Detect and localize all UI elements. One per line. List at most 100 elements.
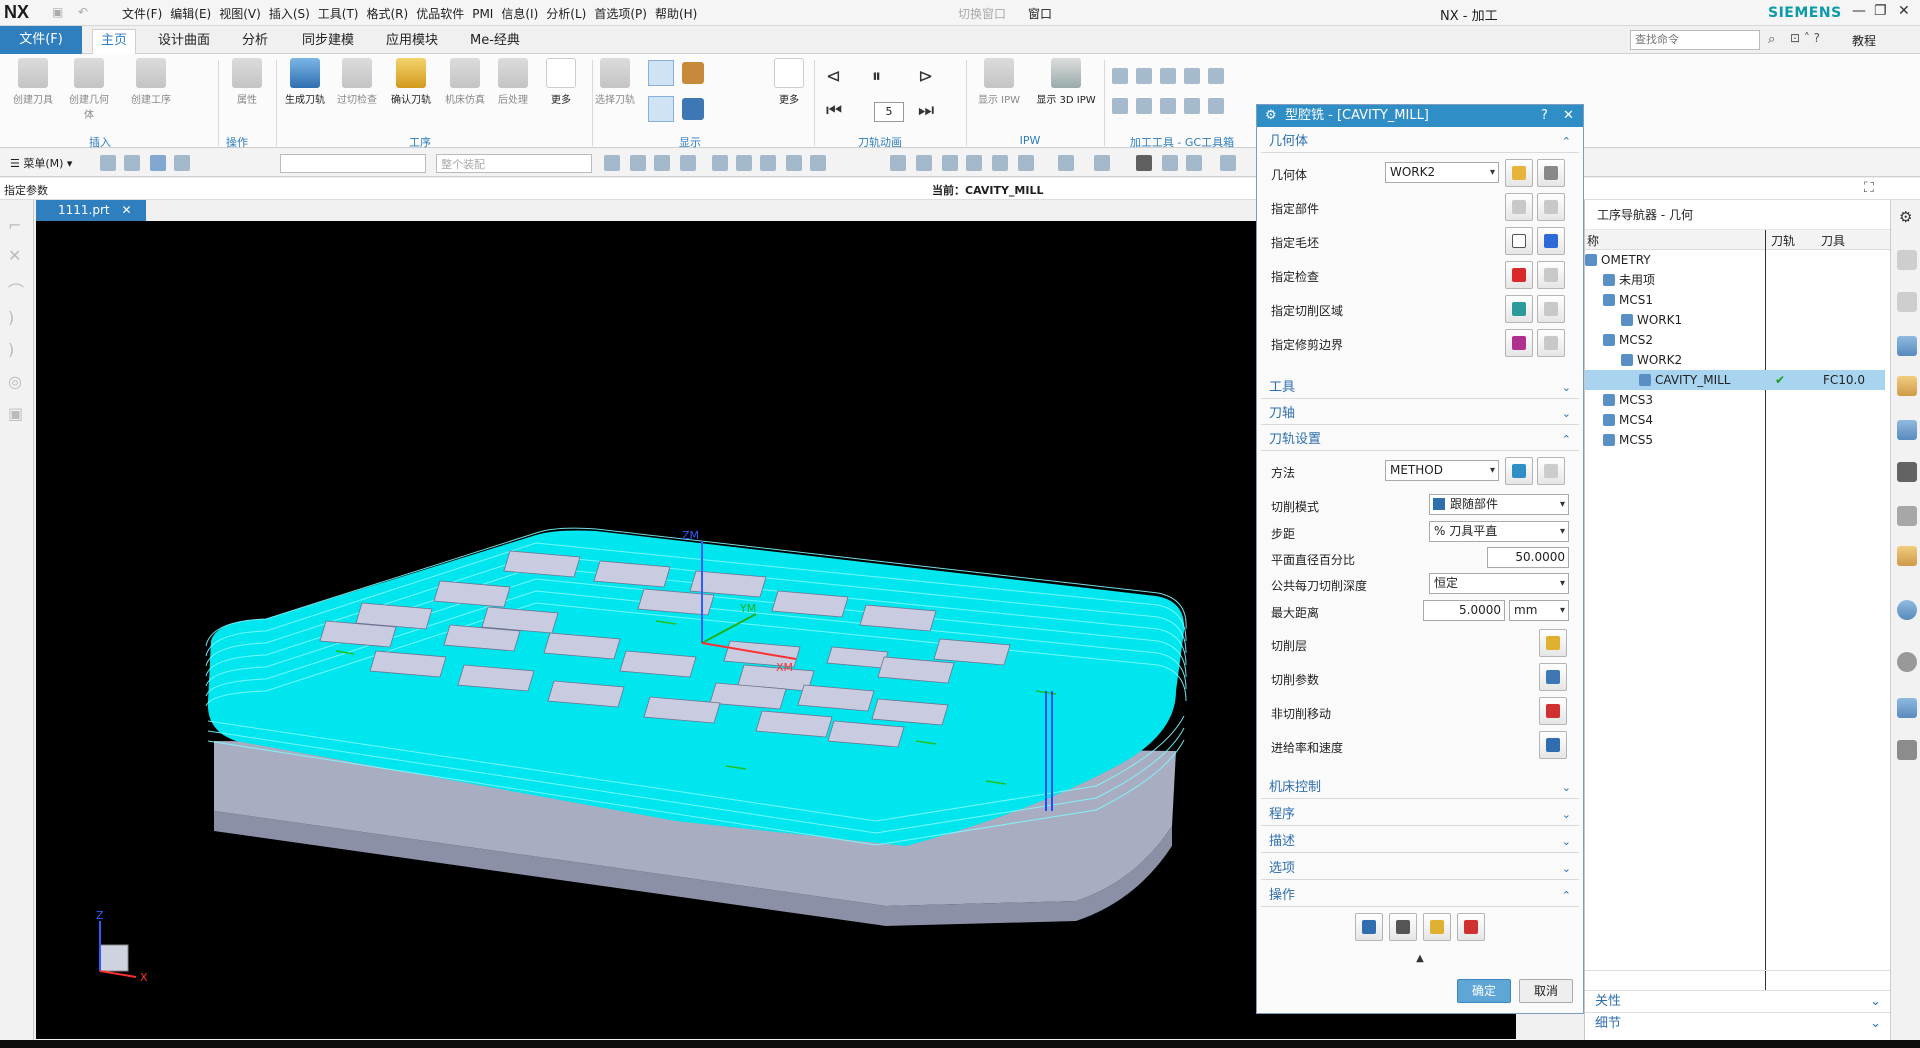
assembly-filter-select[interactable]: 整个装配 [436, 154, 592, 173]
curve-icon[interactable]: ) [8, 340, 14, 359]
assembly-navigator-icon[interactable] [1897, 292, 1917, 312]
navigator-hscroll[interactable] [1585, 970, 1891, 986]
switch-window-button[interactable]: 切换窗口 [958, 5, 1006, 22]
roles-icon[interactable] [1897, 740, 1917, 760]
menu-item[interactable]: 工具(T) [318, 7, 359, 21]
specify-cut-area-button[interactable] [1505, 295, 1533, 323]
tab-app-modules[interactable]: 应用模块 [378, 30, 446, 52]
restore-icon[interactable]: ❐ [1874, 3, 1887, 19]
list-button[interactable] [1457, 913, 1485, 941]
line-icon[interactable]: ⌐ [8, 216, 21, 235]
window-menu[interactable]: 窗口 [1028, 5, 1052, 22]
new-method-button[interactable] [1505, 457, 1533, 485]
hole-icon[interactable]: ◎ [8, 372, 22, 391]
select-filter-icon[interactable] [150, 155, 166, 171]
view-icon[interactable] [1162, 155, 1178, 171]
generate-toolpath-button[interactable]: 生成刀轨 [282, 54, 328, 106]
select-filter-icon[interactable] [124, 155, 140, 171]
program-section[interactable]: 程序 ⌄ [1261, 804, 1579, 826]
menu-item[interactable]: 分析(L) [546, 7, 586, 21]
menu-item[interactable]: 文件(F) [122, 7, 162, 21]
menu-item[interactable]: 视图(V) [219, 7, 261, 21]
snap-icon[interactable] [604, 155, 620, 171]
snap-icon[interactable] [810, 155, 826, 171]
col-tool[interactable]: 刀具 [1821, 232, 1845, 249]
table-row[interactable]: OMETRY [1585, 250, 1885, 270]
web-browser-icon[interactable] [1897, 600, 1917, 620]
method-select[interactable]: METHOD [1385, 460, 1499, 481]
type-filter-select[interactable] [280, 154, 426, 173]
table-row[interactable]: CAVITY_MILL ✔ FC10.0 [1585, 370, 1885, 390]
options-section[interactable]: 选项 ⌄ [1261, 858, 1579, 880]
replay-button[interactable] [1389, 913, 1417, 941]
properties-button[interactable]: 属性 [224, 54, 270, 106]
dependencies-section[interactable]: 关性 ⌄ [1585, 990, 1891, 1012]
flat-diameter-input[interactable]: 50.0000 [1487, 547, 1569, 568]
depth-per-cut-select[interactable]: 恒定 [1429, 573, 1569, 594]
table-row[interactable]: MCS4 [1585, 410, 1885, 430]
edit-geometry-button[interactable] [1537, 159, 1565, 187]
tool-display-icon[interactable] [682, 62, 704, 84]
gc-tool-icon[interactable] [1160, 98, 1176, 114]
cut-levels-button[interactable] [1539, 629, 1567, 657]
view-icon[interactable] [1220, 155, 1236, 171]
path-settings-section[interactable]: 刀轨设置 ⌃ [1261, 429, 1579, 451]
tool-axis-section[interactable]: 刀轴 ⌄ [1261, 403, 1579, 425]
menu-item[interactable]: 编辑(E) [170, 7, 211, 21]
specify-part-button[interactable] [1505, 193, 1533, 221]
select-filter-icon[interactable] [100, 155, 116, 171]
gc-tool-icon[interactable] [1184, 68, 1200, 84]
feature-navigator-icon[interactable] [1897, 420, 1917, 440]
close-icon[interactable]: ✕ [1898, 3, 1910, 19]
snap-icon[interactable] [654, 155, 670, 171]
palette-icon[interactable] [1897, 546, 1917, 566]
gc-tool-icon[interactable] [1112, 98, 1128, 114]
stepover-select[interactable]: % 刀具平直 [1429, 521, 1569, 542]
more-display-button[interactable]: 更多 [766, 54, 812, 106]
details-section[interactable]: 细节 ⌄ [1585, 1012, 1891, 1034]
gouge-check-button[interactable]: 过切检查 [334, 54, 380, 106]
cut-pattern-select[interactable]: 跟随部件 [1429, 494, 1569, 515]
dialog-title-bar[interactable]: ⚙ 型腔铣 - [CAVITY_MILL] ? ✕ [1257, 105, 1583, 127]
table-row[interactable]: MCS1 [1585, 290, 1885, 310]
machine-navigator-icon[interactable] [1897, 376, 1917, 396]
command-search-input[interactable] [1630, 30, 1760, 50]
list-display-icon[interactable] [682, 98, 704, 120]
view-icon[interactable] [1186, 155, 1202, 171]
snap-icon[interactable] [712, 155, 728, 171]
max-distance-input[interactable]: 5.0000 [1423, 600, 1505, 621]
more-process-button[interactable]: 更多 [538, 54, 584, 106]
display-check-button[interactable] [1537, 261, 1565, 289]
display-blank-button[interactable] [1537, 227, 1565, 255]
view-icon[interactable] [890, 155, 906, 171]
display-cut-area-button[interactable] [1537, 295, 1565, 323]
snap-icon[interactable] [630, 155, 646, 171]
view-icon[interactable] [992, 155, 1008, 171]
operation-navigator-icon[interactable] [1897, 336, 1917, 356]
geometry-select[interactable]: WORK2 [1385, 162, 1499, 183]
machine-sim-button[interactable]: 机床仿真 [442, 54, 488, 106]
table-row[interactable]: MCS3 [1585, 390, 1885, 410]
curve-icon[interactable]: ) [8, 308, 14, 327]
maximize-icon[interactable]: ⛶ [1864, 180, 1874, 196]
col-name[interactable]: 称 [1587, 232, 1599, 249]
menu-item[interactable]: 首选项(P) [594, 7, 647, 21]
generate-button[interactable] [1355, 913, 1383, 941]
gc-tool-icon[interactable] [1112, 68, 1128, 84]
history-icon[interactable] [1897, 462, 1917, 482]
dialog-close-icon[interactable]: ✕ [1563, 105, 1574, 127]
tab-design-surface[interactable]: 设计曲面 [150, 30, 218, 52]
view-icon[interactable] [942, 155, 958, 171]
specify-trim-button[interactable] [1505, 329, 1533, 357]
create-geometry-button[interactable]: 创建几何体 [66, 54, 112, 121]
anim-end-icon[interactable]: ⏭ [918, 100, 934, 121]
part-navigator-icon[interactable] [1897, 250, 1917, 270]
max-distance-unit-select[interactable]: mm [1509, 600, 1569, 621]
view-icon[interactable] [1018, 155, 1034, 171]
view-icon[interactable] [1897, 506, 1917, 526]
specify-blank-button[interactable] [1505, 227, 1533, 255]
ok-button[interactable]: 确定 [1457, 979, 1511, 1003]
tutorial-link[interactable]: 教程 [1852, 32, 1876, 49]
view-icon[interactable] [1094, 155, 1110, 171]
mcs-icon[interactable] [1136, 155, 1152, 171]
